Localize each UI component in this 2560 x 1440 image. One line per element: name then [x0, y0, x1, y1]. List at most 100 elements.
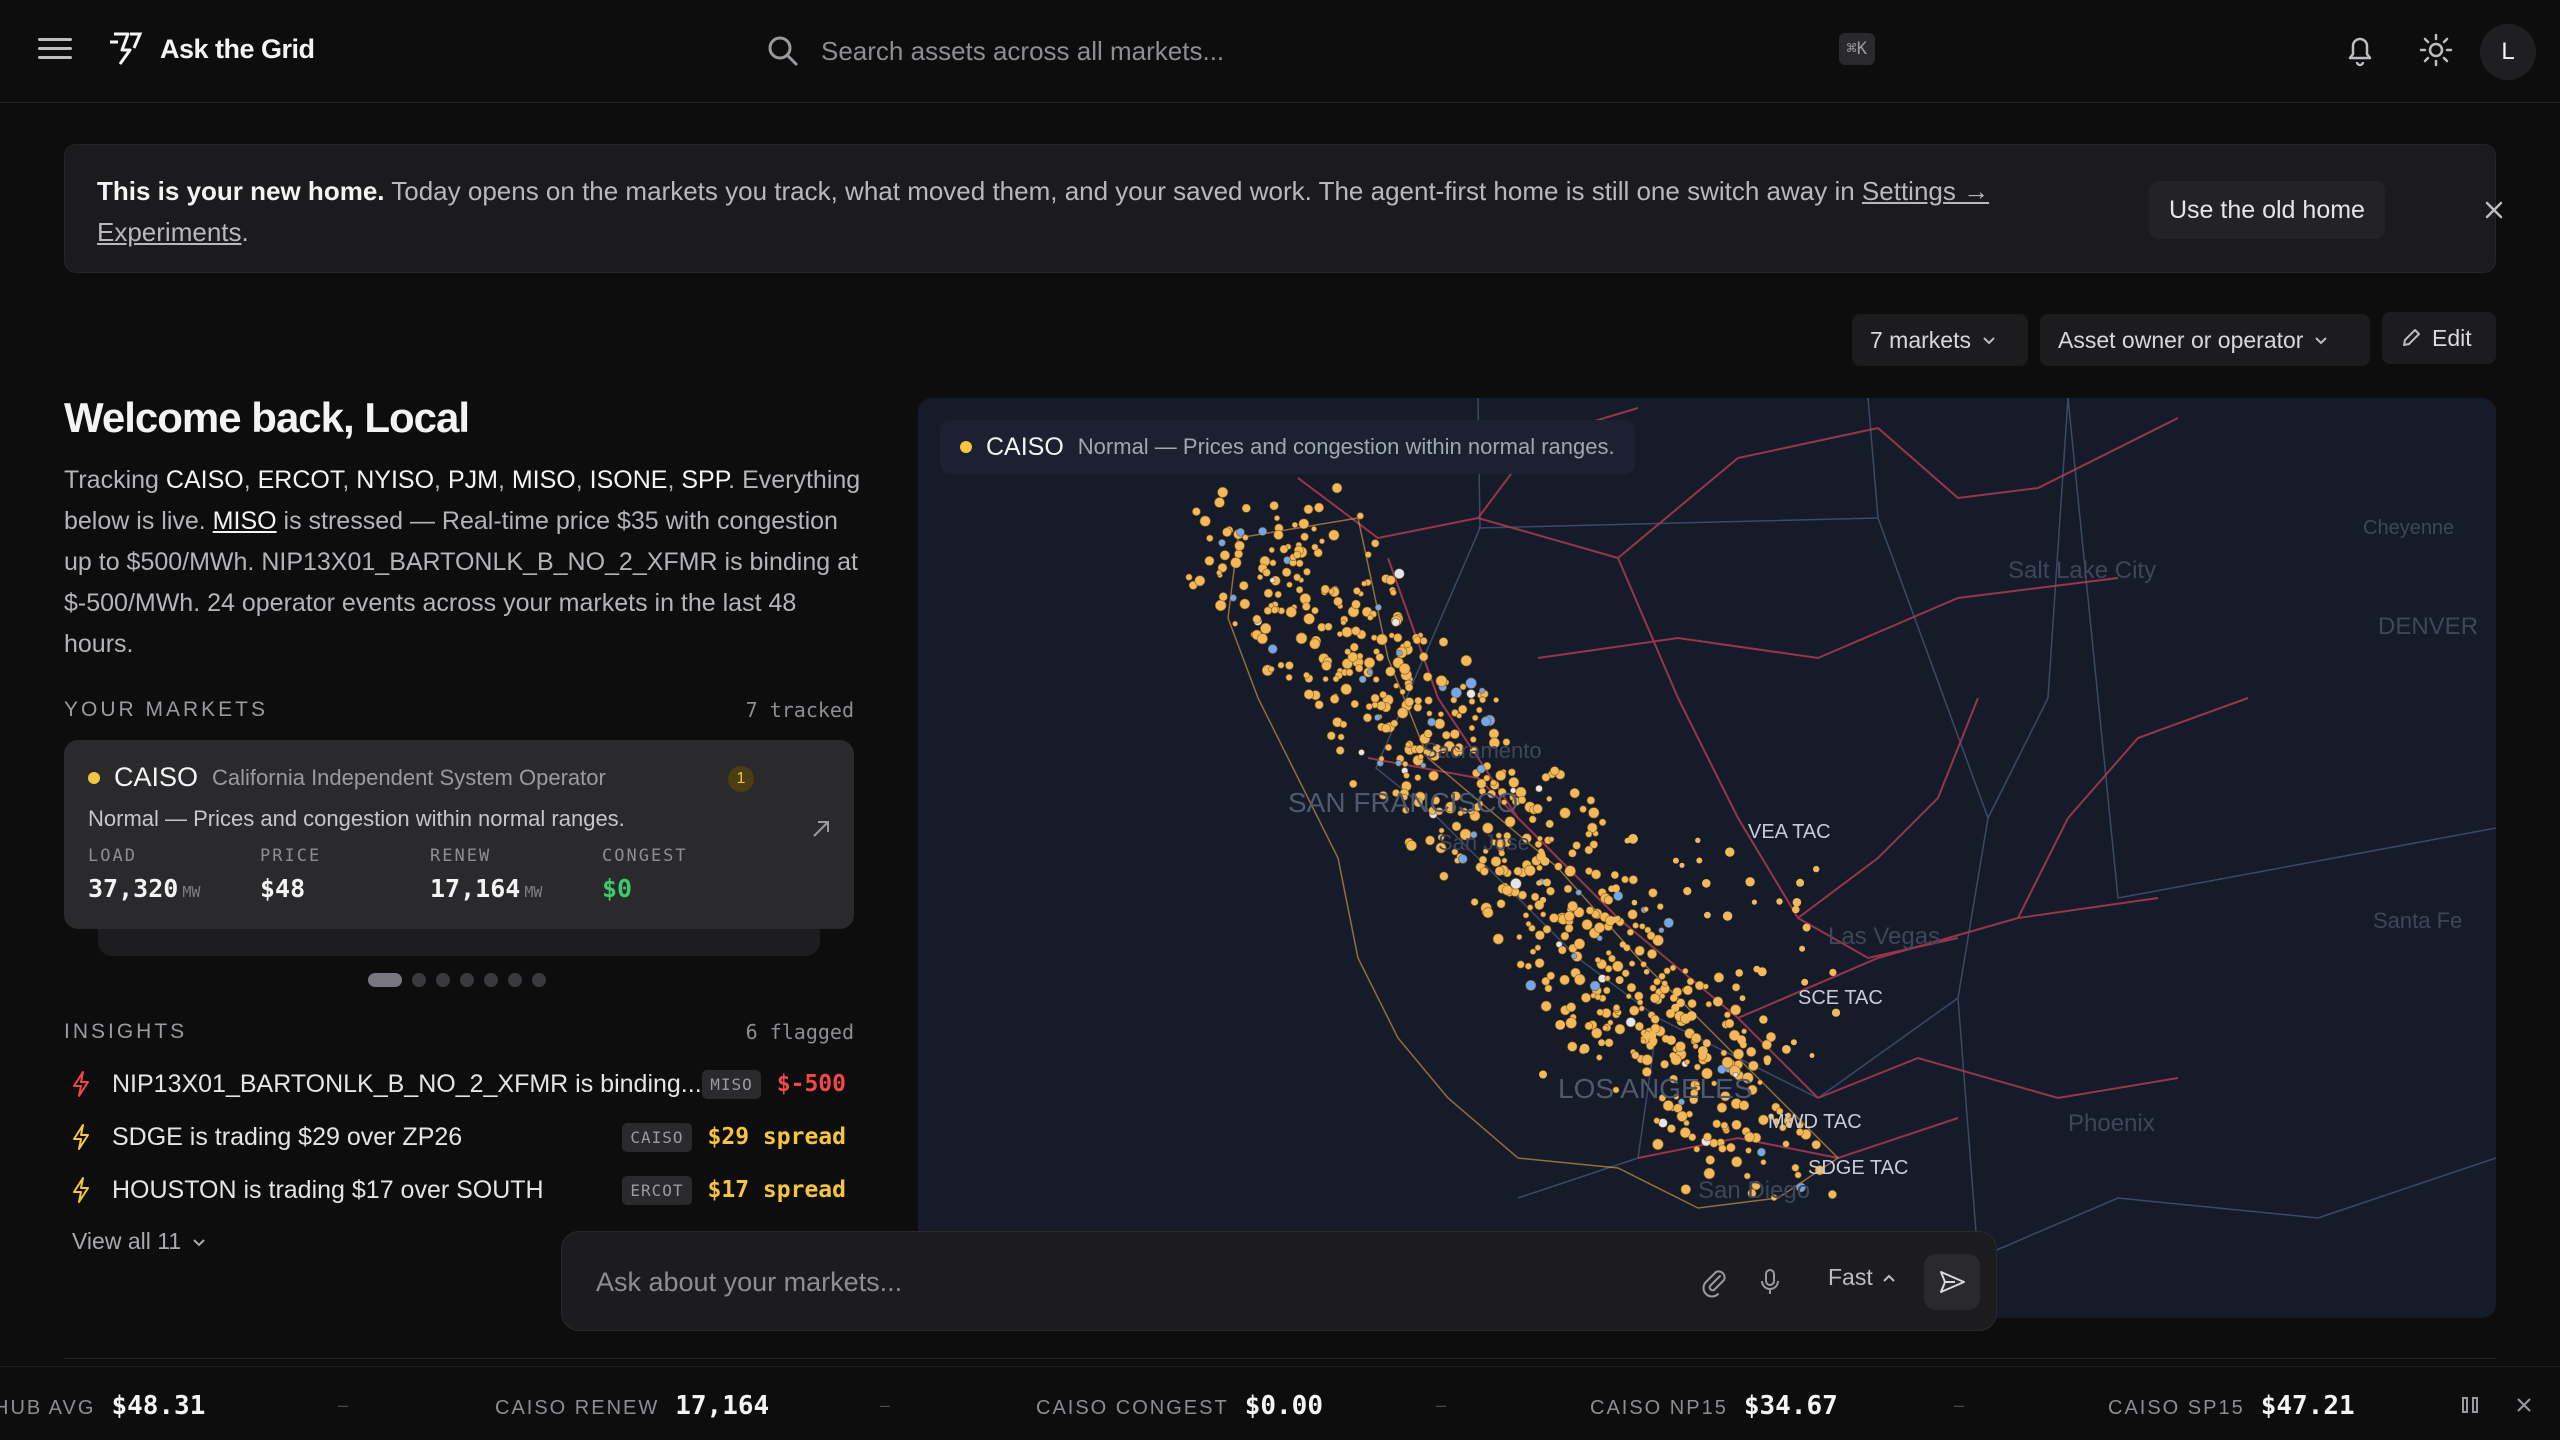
model-mode-dropdown[interactable]: Fast [1828, 1264, 1897, 1291]
carousel-dot[interactable] [412, 973, 426, 987]
asset-marker[interactable] [1303, 568, 1311, 576]
asset-marker[interactable] [1480, 716, 1492, 727]
asset-marker[interactable] [1640, 961, 1647, 968]
asset-marker[interactable] [1792, 905, 1800, 914]
asset-marker[interactable] [1393, 682, 1400, 689]
asset-marker[interactable] [1340, 683, 1352, 695]
ticker-item[interactable]: CAISO NP15 $34.67 [1590, 1391, 1838, 1421]
asset-marker[interactable] [1234, 549, 1243, 559]
asset-marker[interactable] [1478, 687, 1486, 694]
asset-marker[interactable] [1629, 1005, 1640, 1016]
asset-marker[interactable] [1604, 1038, 1614, 1048]
asset-marker[interactable] [1293, 550, 1302, 559]
asset-marker[interactable] [1652, 1138, 1664, 1150]
asset-marker[interactable] [1671, 1003, 1680, 1012]
asset-marker[interactable] [1581, 919, 1593, 931]
asset-marker[interactable] [1420, 762, 1427, 769]
asset-marker[interactable] [1557, 945, 1567, 955]
asset-marker[interactable] [1611, 871, 1619, 879]
asset-marker[interactable] [1242, 534, 1249, 541]
asset-marker[interactable] [1439, 871, 1449, 881]
asset-marker[interactable] [1524, 962, 1532, 970]
asset-marker[interactable] [1598, 1039, 1605, 1047]
asset-marker[interactable] [1541, 772, 1551, 782]
asset-marker[interactable] [1757, 1147, 1766, 1157]
asset-marker[interactable] [1501, 884, 1513, 896]
asset-marker[interactable] [1702, 879, 1711, 888]
asset-marker[interactable] [1585, 906, 1595, 915]
asset-marker[interactable] [1809, 1053, 1815, 1058]
asset-marker[interactable] [1670, 994, 1678, 1002]
asset-marker[interactable] [1596, 1054, 1603, 1061]
asset-marker[interactable] [1314, 502, 1324, 513]
asset-marker[interactable] [1713, 972, 1725, 983]
asset-marker[interactable] [1640, 1038, 1647, 1045]
asset-marker[interactable] [1586, 796, 1596, 805]
asset-marker[interactable] [1192, 507, 1201, 516]
asset-marker[interactable] [1496, 899, 1506, 909]
asset-marker[interactable] [1185, 573, 1193, 581]
asset-marker[interactable] [1628, 875, 1638, 885]
global-search[interactable]: ⌘K [765, 28, 1875, 74]
asset-marker[interactable] [1513, 866, 1523, 876]
asset-marker[interactable] [1625, 1017, 1636, 1028]
asset-marker[interactable] [1371, 539, 1380, 548]
asset-marker[interactable] [1397, 707, 1409, 719]
asset-marker[interactable] [1274, 590, 1282, 599]
asset-marker[interactable] [1675, 1041, 1686, 1052]
asset-marker[interactable] [1672, 857, 1679, 864]
asset-marker[interactable] [1669, 1052, 1677, 1060]
asset-marker[interactable] [1626, 982, 1637, 993]
asset-marker[interactable] [1690, 1032, 1702, 1044]
asset-marker[interactable] [1450, 696, 1458, 704]
asset-marker[interactable] [1569, 788, 1580, 799]
tracked-market[interactable]: MISO [512, 466, 576, 494]
asset-marker[interactable] [1682, 985, 1693, 996]
asset-marker[interactable] [1536, 880, 1542, 886]
asset-marker[interactable] [1534, 958, 1545, 968]
asset-marker[interactable] [1702, 1038, 1712, 1048]
asset-marker[interactable] [1376, 633, 1388, 646]
asset-marker[interactable] [1311, 606, 1319, 615]
asset-marker[interactable] [1476, 706, 1483, 714]
asset-marker[interactable] [1385, 666, 1396, 677]
asset-marker[interactable] [1217, 486, 1229, 498]
user-avatar[interactable]: L [2480, 24, 2536, 80]
asset-marker[interactable] [1501, 857, 1508, 864]
asset-marker[interactable] [1355, 664, 1364, 673]
asset-marker[interactable] [1426, 710, 1433, 717]
asset-marker[interactable] [1621, 875, 1629, 884]
asset-marker[interactable] [1492, 933, 1504, 945]
asset-marker[interactable] [1688, 1133, 1697, 1142]
asset-marker[interactable] [1579, 1043, 1590, 1054]
asset-marker[interactable] [1605, 950, 1612, 956]
asset-marker[interactable] [1712, 996, 1724, 1007]
tracked-market[interactable]: ERCOT [258, 466, 343, 494]
asset-marker[interactable] [1549, 766, 1560, 776]
asset-marker[interactable] [1572, 841, 1581, 850]
asset-marker[interactable] [1366, 668, 1373, 675]
asset-marker[interactable] [1680, 1184, 1691, 1195]
asset-marker[interactable] [1385, 575, 1396, 585]
asset-marker[interactable] [1703, 1132, 1712, 1142]
asset-marker[interactable] [1405, 683, 1414, 692]
asset-marker[interactable] [1239, 598, 1251, 610]
asset-marker[interactable] [1218, 539, 1226, 547]
asset-marker[interactable] [1508, 768, 1516, 777]
asset-marker[interactable] [1311, 525, 1317, 532]
asset-marker[interactable] [1596, 935, 1603, 942]
asset-marker[interactable] [1559, 974, 1570, 986]
asset-marker[interactable] [1393, 568, 1405, 579]
close-icon[interactable] [2512, 1393, 2536, 1417]
asset-marker[interactable] [1560, 931, 1570, 941]
asset-marker[interactable] [1721, 1056, 1734, 1069]
asset-marker[interactable] [1324, 622, 1333, 631]
asset-marker[interactable] [1669, 964, 1677, 972]
asset-marker[interactable] [1625, 993, 1632, 1000]
microphone-icon[interactable] [1754, 1266, 1786, 1298]
asset-marker[interactable] [1391, 618, 1400, 627]
asset-marker[interactable] [1230, 557, 1242, 569]
asset-marker[interactable] [1277, 661, 1285, 669]
asset-marker[interactable] [1698, 1046, 1708, 1056]
asset-marker[interactable] [1300, 532, 1309, 542]
